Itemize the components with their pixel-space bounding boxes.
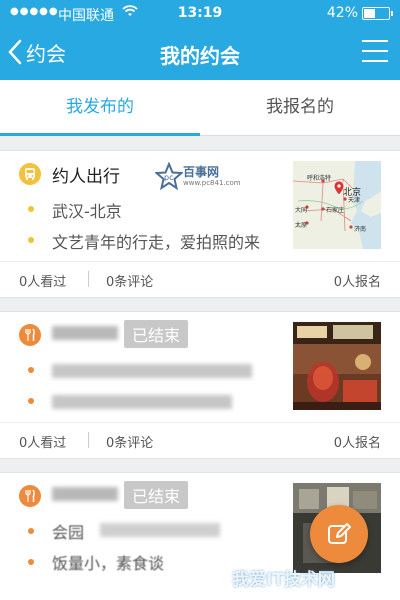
watermark-name: 百事网	[183, 164, 220, 179]
blurred-title	[52, 484, 118, 504]
view-count: 0人看过	[19, 275, 67, 290]
signup-count[interactable]: 0人报名	[334, 432, 381, 451]
divider	[88, 432, 89, 448]
bullet-dot	[28, 237, 34, 243]
view-count: 0人看过	[19, 436, 67, 451]
description-text: 饭量小，素食谈	[52, 554, 165, 573]
description-text: 文艺青年的行走，爱拍照的来	[52, 233, 261, 252]
bullet-dot	[28, 559, 34, 565]
bullet-dot	[28, 367, 34, 373]
map-thumbnail: 呼和浩特 北京 天津 大同 石家庄 太原 济南	[293, 161, 381, 249]
watermark-bottom-url: www.52ij.com	[268, 586, 324, 595]
back-button[interactable]: 约会	[8, 36, 66, 68]
battery-percent: 42%	[326, 5, 358, 21]
food-photo-thumbnail	[293, 322, 381, 410]
status-badge: 已结束	[124, 481, 189, 509]
description-text: 会园	[52, 523, 85, 542]
divider	[88, 271, 89, 287]
tab-my-published[interactable]: 我发布的	[0, 80, 200, 136]
active-tab-indicator	[0, 133, 200, 136]
map-label: 呼和浩特	[307, 174, 331, 182]
watermark-url: www.pc841.com	[183, 178, 241, 187]
tab-bar: 我发布的 我报名的	[0, 80, 400, 136]
map-label: 济南	[354, 225, 366, 233]
card-footer: 0人看过 0条评论 0人报名	[0, 422, 400, 458]
fork-knife-icon	[19, 324, 41, 346]
bullet-dot	[28, 398, 34, 404]
map-label: 石家庄	[326, 206, 344, 214]
edit-icon	[328, 523, 351, 544]
svg-text:pc: pc	[164, 173, 173, 182]
compose-button[interactable]	[310, 505, 368, 563]
battery-icon	[362, 7, 393, 20]
signup-count[interactable]: 0人报名	[334, 271, 381, 290]
back-label: 约会	[26, 41, 66, 66]
status-badge: 已结束	[124, 320, 189, 348]
blurred-text	[52, 360, 252, 379]
tab-my-signups[interactable]: 我报名的	[200, 80, 400, 136]
card-title: 约人出行	[52, 167, 120, 187]
menu-icon[interactable]	[362, 40, 388, 64]
status-bar: ●●●●● 中国联通 13:19 42%	[0, 0, 400, 26]
blurred-title	[52, 323, 118, 343]
fork-knife-icon	[19, 485, 41, 507]
card-footer: 0人看过 0条评论 0人报名	[0, 261, 400, 297]
comment-count[interactable]: 0条评论	[106, 271, 153, 290]
comment-count[interactable]: 0条评论	[106, 432, 153, 451]
chevron-left-icon	[8, 39, 22, 65]
blurred-text	[100, 523, 220, 537]
bus-icon	[19, 163, 41, 185]
bullet-dot	[28, 528, 34, 534]
map-label: 天津	[348, 197, 360, 204]
star-logo-icon: pc	[155, 162, 183, 190]
route-text: 武汉-北京	[52, 202, 122, 221]
map-label: 大同	[295, 206, 307, 214]
blurred-text	[52, 391, 232, 410]
map-label: 太原	[295, 221, 307, 229]
watermark-top: pc 百事网 www.pc841.com	[155, 162, 241, 190]
navigation-bar: 约会 我的约会	[0, 26, 400, 80]
appointment-card[interactable]: 已结束 0人看过 0条评论 0人报名	[0, 311, 400, 459]
bullet-dot	[28, 206, 34, 212]
